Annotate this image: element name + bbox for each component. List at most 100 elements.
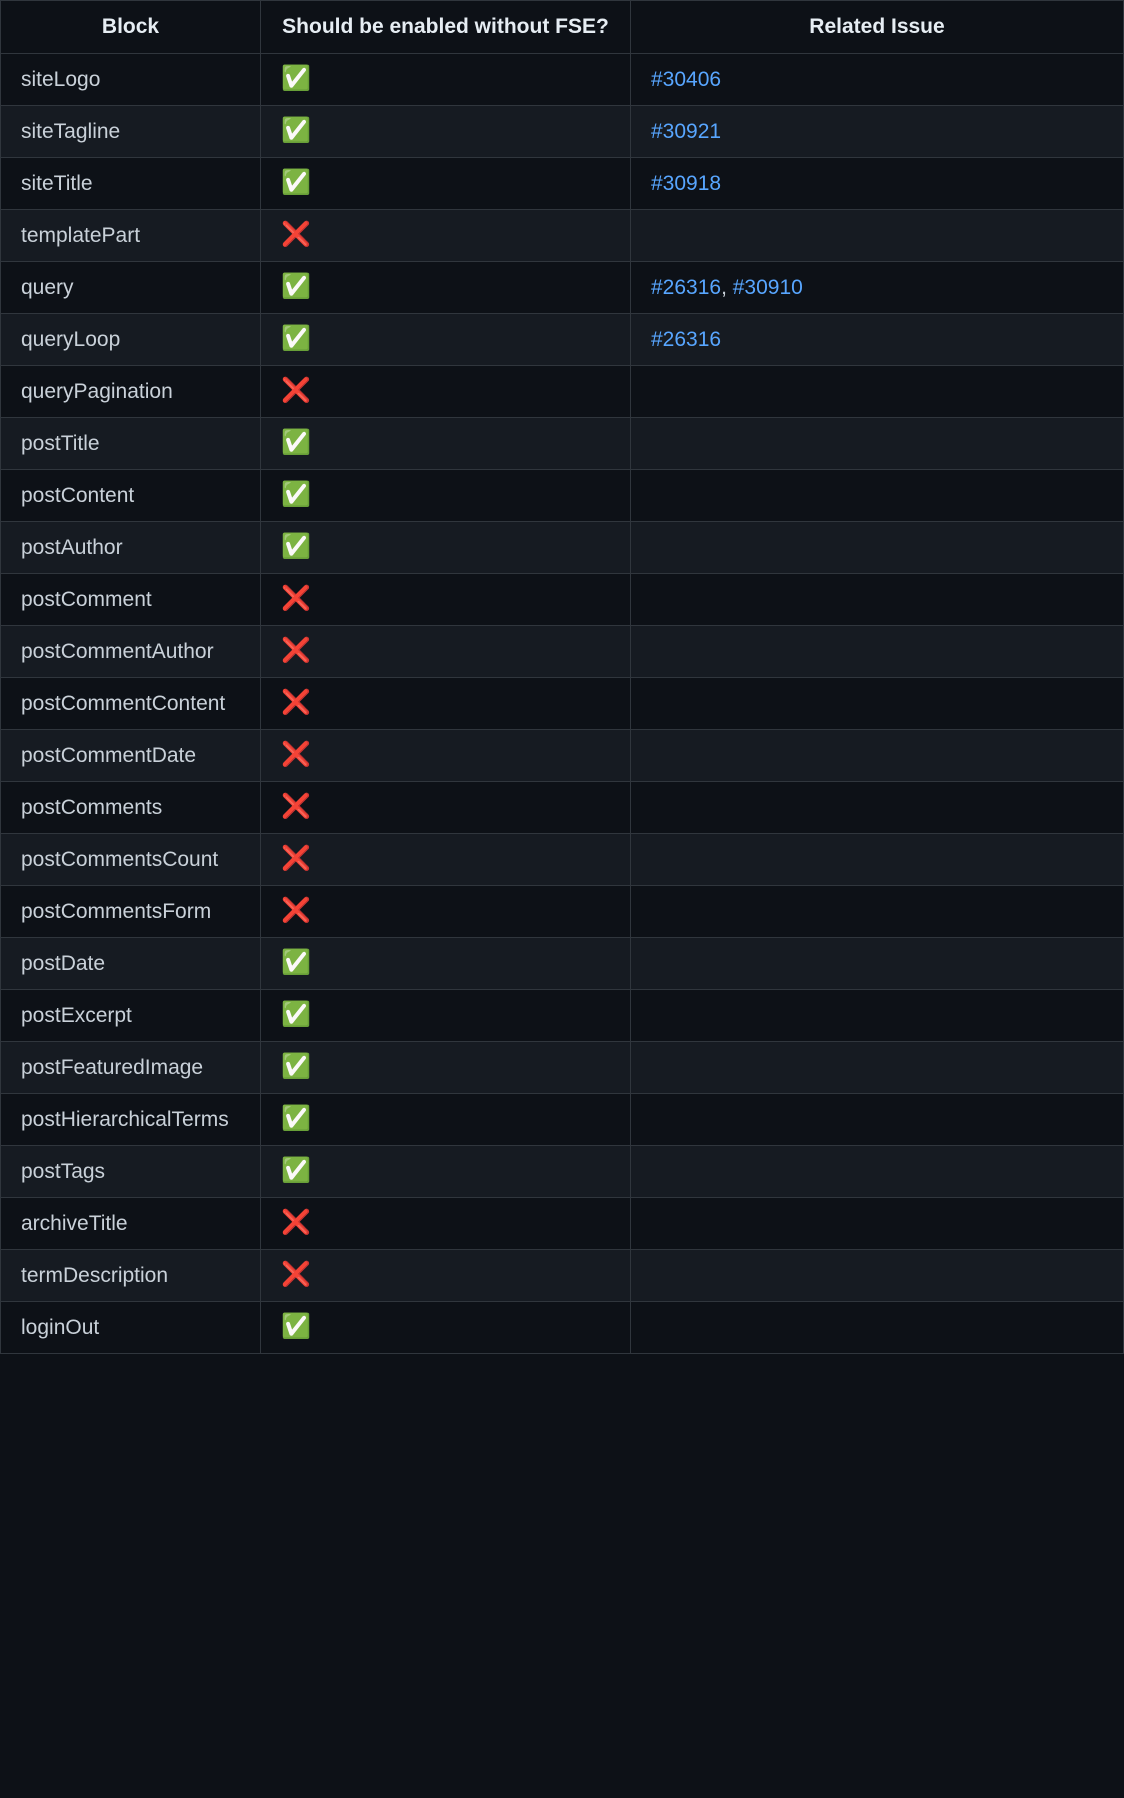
issue-link[interactable]: #30921 <box>651 120 721 143</box>
block-name-cell: archiveTitle <box>1 1198 261 1250</box>
table-row: postTitle ✅ <box>1 418 1124 470</box>
check-icon: ✅ <box>281 481 311 508</box>
enabled-cell: ❌ <box>261 834 631 886</box>
header-block: Block <box>1 1 261 54</box>
issue-link[interactable]: #26316 <box>651 328 721 351</box>
enabled-cell: ❌ <box>261 574 631 626</box>
enabled-cell: ❌ <box>261 1198 631 1250</box>
cross-icon: ❌ <box>281 1261 311 1288</box>
check-icon: ✅ <box>281 429 311 456</box>
table-row: postContent ✅ <box>1 470 1124 522</box>
block-name-cell: siteLogo <box>1 54 261 106</box>
cross-icon: ❌ <box>281 221 311 248</box>
issue-link[interactable]: #30910 <box>733 276 803 299</box>
block-name-cell: postFeaturedImage <box>1 1042 261 1094</box>
block-name-cell: postCommentAuthor <box>1 626 261 678</box>
enabled-cell: ✅ <box>261 314 631 366</box>
related-issue-cell: #30921 <box>631 106 1124 158</box>
enabled-cell: ✅ <box>261 1094 631 1146</box>
related-issue-cell <box>631 522 1124 574</box>
check-icon: ✅ <box>281 325 311 352</box>
enabled-cell: ✅ <box>261 106 631 158</box>
header-enabled: Should be enabled without FSE? <box>261 1 631 54</box>
enabled-cell: ✅ <box>261 938 631 990</box>
enabled-cell: ✅ <box>261 158 631 210</box>
enabled-cell: ❌ <box>261 730 631 782</box>
block-name-cell: queryLoop <box>1 314 261 366</box>
separator: , <box>721 276 733 299</box>
table-row: postCommentContent ❌ <box>1 678 1124 730</box>
related-issue-cell: #30918 <box>631 158 1124 210</box>
header-issue: Related Issue <box>631 1 1124 54</box>
blocks-fse-table: Block Should be enabled without FSE? Rel… <box>0 0 1124 1354</box>
cross-icon: ❌ <box>281 377 311 404</box>
related-issue-cell <box>631 678 1124 730</box>
related-issue-cell <box>631 1250 1124 1302</box>
block-name-cell: postCommentsForm <box>1 886 261 938</box>
check-icon: ✅ <box>281 65 311 92</box>
block-name-cell: postExcerpt <box>1 990 261 1042</box>
related-issue-cell <box>631 782 1124 834</box>
enabled-cell: ✅ <box>261 54 631 106</box>
enabled-cell: ✅ <box>261 1302 631 1354</box>
block-name-cell: postCommentDate <box>1 730 261 782</box>
check-icon: ✅ <box>281 533 311 560</box>
enabled-cell: ❌ <box>261 366 631 418</box>
block-name-cell: postCommentContent <box>1 678 261 730</box>
cross-icon: ❌ <box>281 793 311 820</box>
table-row: queryPagination❌ <box>1 366 1124 418</box>
table-row: postCommentDate❌ <box>1 730 1124 782</box>
check-icon: ✅ <box>281 1053 311 1080</box>
related-issue-cell <box>631 1146 1124 1198</box>
related-issue-cell <box>631 990 1124 1042</box>
block-name-cell: templatePart <box>1 210 261 262</box>
enabled-cell: ✅ <box>261 990 631 1042</box>
related-issue-cell <box>631 886 1124 938</box>
block-name-cell: query <box>1 262 261 314</box>
check-icon: ✅ <box>281 1157 311 1184</box>
enabled-cell: ❌ <box>261 782 631 834</box>
related-issue-cell: #30406 <box>631 54 1124 106</box>
enabled-cell: ✅ <box>261 522 631 574</box>
block-name-cell: postTitle <box>1 418 261 470</box>
related-issue-cell <box>631 938 1124 990</box>
check-icon: ✅ <box>281 1001 311 1028</box>
block-name-cell: postAuthor <box>1 522 261 574</box>
table-row: postExcerpt ✅ <box>1 990 1124 1042</box>
table-row: postCommentAuthor ❌ <box>1 626 1124 678</box>
block-name-cell: postComments <box>1 782 261 834</box>
enabled-cell: ❌ <box>261 1250 631 1302</box>
cross-icon: ❌ <box>281 1209 311 1236</box>
table-row: postAuthor ✅ <box>1 522 1124 574</box>
table-row: siteTitle ✅ #30918 <box>1 158 1124 210</box>
enabled-cell: ❌ <box>261 626 631 678</box>
cross-icon: ❌ <box>281 637 311 664</box>
issue-link[interactable]: #30406 <box>651 68 721 91</box>
table-row: archiveTitle ❌ <box>1 1198 1124 1250</box>
check-icon: ✅ <box>281 169 311 196</box>
issue-link[interactable]: #26316 <box>651 276 721 299</box>
enabled-cell: ✅ <box>261 418 631 470</box>
block-name-cell: siteTitle <box>1 158 261 210</box>
enabled-cell: ❌ <box>261 210 631 262</box>
related-issue-cell <box>631 834 1124 886</box>
cross-icon: ❌ <box>281 897 311 924</box>
block-name-cell: siteTagline <box>1 106 261 158</box>
block-name-cell: postContent <box>1 470 261 522</box>
related-issue-cell: #26316, #30910 <box>631 262 1124 314</box>
block-name-cell: loginOut <box>1 1302 261 1354</box>
related-issue-cell <box>631 626 1124 678</box>
block-name-cell: postDate <box>1 938 261 990</box>
cross-icon: ❌ <box>281 689 311 716</box>
issue-link[interactable]: #30918 <box>651 172 721 195</box>
table-row: loginOut ✅ <box>1 1302 1124 1354</box>
block-name-cell: postTags <box>1 1146 261 1198</box>
enabled-cell: ❌ <box>261 678 631 730</box>
enabled-cell: ✅ <box>261 470 631 522</box>
table-row: siteLogo ✅ #30406 <box>1 54 1124 106</box>
check-icon: ✅ <box>281 273 311 300</box>
check-icon: ✅ <box>281 1313 311 1340</box>
table-header-row: Block Should be enabled without FSE? Rel… <box>1 1 1124 54</box>
table-row: termDescription❌ <box>1 1250 1124 1302</box>
table-row: postCommentsCount❌ <box>1 834 1124 886</box>
